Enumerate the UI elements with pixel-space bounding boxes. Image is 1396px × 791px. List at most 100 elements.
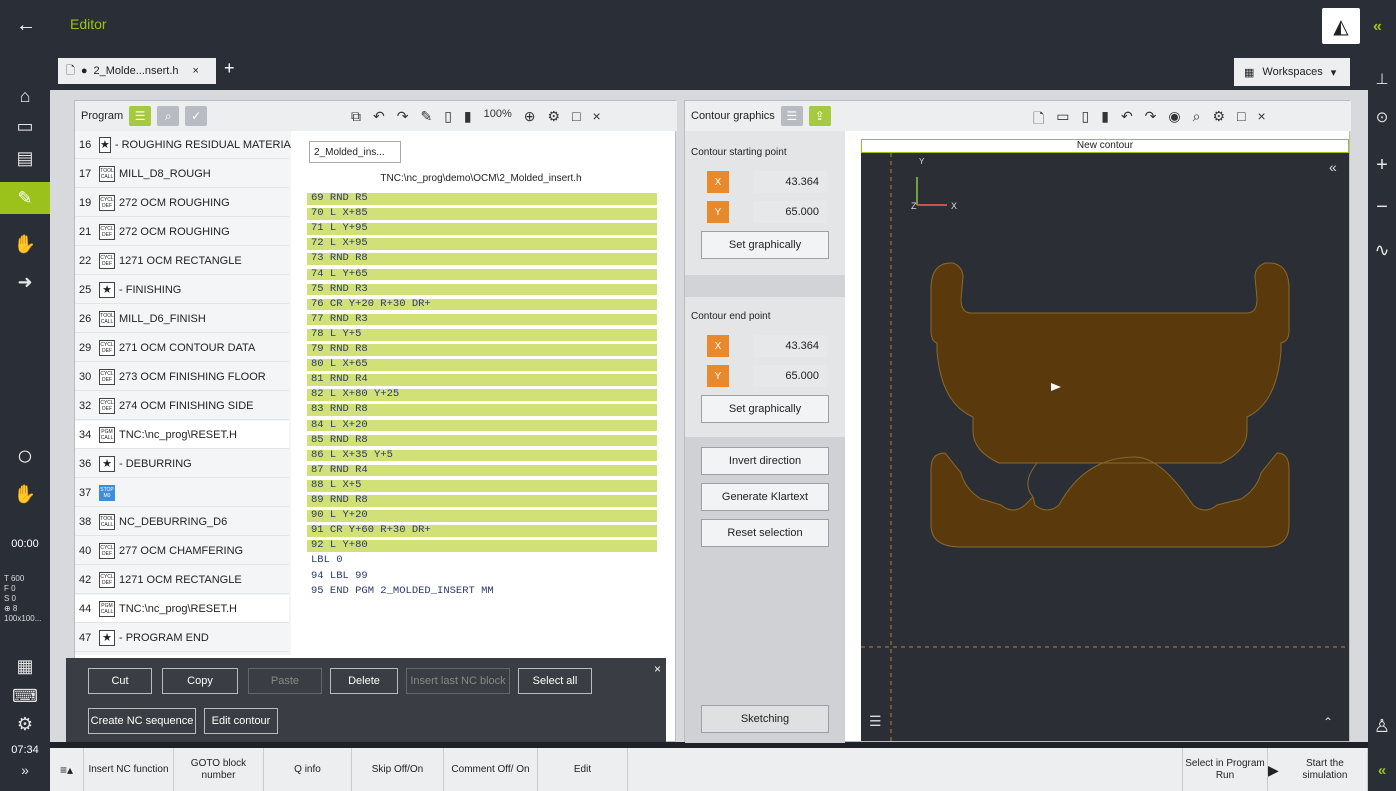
goto-block-button[interactable]: GOTO block number — [174, 748, 264, 791]
copy-button[interactable]: Copy — [162, 668, 238, 694]
folder-icon[interactable]: ▭ — [0, 116, 50, 137]
code-line[interactable]: 81 RND R4 — [307, 373, 657, 386]
skip-off-on-button[interactable]: Skip Off/On — [352, 748, 444, 791]
end-y-field[interactable]: Y 65.000 — [707, 365, 827, 387]
user-key-icon[interactable]: ♙ — [1368, 716, 1396, 737]
editor-icon[interactable]: ✎ — [0, 182, 50, 214]
keyboard-icon[interactable]: ⌨ — [0, 686, 50, 707]
code-line[interactable]: 89 RND R8 — [307, 494, 657, 507]
program-row[interactable]: 32 CYCL DEF 274 OCM FINISHING SIDE — [75, 392, 289, 420]
wave-icon[interactable]: ∿ — [1368, 240, 1396, 261]
program-row[interactable]: 38 TOOL CALL NC_DEBURRING_D6 — [75, 508, 289, 536]
element-list-icon[interactable]: ☰ — [869, 713, 882, 730]
create-nc-sequence-button[interactable]: Create NC sequence — [88, 708, 196, 734]
insert-nc-function-button[interactable]: Insert NC function — [84, 748, 174, 791]
code-line[interactable]: 94 LBL 99 — [307, 570, 657, 583]
generate-klartext-button[interactable]: Generate Klartext — [701, 483, 829, 511]
code-line[interactable]: 85 RND R8 — [307, 434, 657, 447]
contour-canvas[interactable]: Y Z X « ☰ ⌃ — [861, 153, 1349, 741]
code-line[interactable]: 71 L Y+95 — [307, 222, 657, 235]
code-line[interactable]: 75 RND R3 — [307, 283, 657, 296]
end-y-value[interactable]: 65.000 — [753, 365, 827, 387]
code-line[interactable]: 70 L X+85 — [307, 207, 657, 220]
collapse-canvas-icon[interactable]: « — [1329, 159, 1337, 175]
program-row[interactable]: 25 ★ - FINISHING — [75, 276, 289, 304]
settings-gear-icon[interactable]: ⚙ — [0, 714, 50, 735]
hand-icon[interactable]: ✋ — [0, 484, 50, 505]
code-line[interactable]: 86 L X+35 Y+5 — [307, 449, 657, 462]
paste-button[interactable]: Paste — [248, 668, 322, 694]
program-row[interactable]: 30 CYCL DEF 273 OCM FINISHING FLOOR — [75, 363, 289, 391]
add-tab-icon[interactable]: + — [224, 58, 235, 79]
close-context-icon[interactable]: × — [654, 662, 661, 676]
code-line[interactable]: 91 CR Y+60 R+30 DR+ — [307, 524, 657, 537]
edit-button[interactable]: Edit — [538, 748, 628, 791]
code-line[interactable]: 73 RND R8 — [307, 253, 657, 266]
collapse-bottom-right-icon[interactable]: « — [1368, 762, 1396, 779]
code-line[interactable]: 84 L X+20 — [307, 419, 657, 432]
contour-list-icon[interactable]: ☰ — [780, 106, 803, 126]
program-row[interactable]: 19 CYCL DEF 272 OCM ROUGHING — [75, 189, 289, 217]
start-y-field[interactable]: Y 65.000 — [707, 201, 827, 223]
save-as-icon[interactable]: ▮ — [464, 108, 472, 125]
comment-off-on-button[interactable]: Comment Off/ On — [444, 748, 538, 791]
check-icon[interactable]: ✓ — [185, 106, 208, 126]
search-contour-icon[interactable]: ⌕ — [1193, 108, 1201, 132]
delete-button[interactable]: Delete — [330, 668, 398, 694]
program-row[interactable]: 16 ★ - ROUGHING RESIDUAL MATERIAL — [75, 131, 291, 159]
minus-icon[interactable]: − — [1368, 196, 1396, 219]
code-line[interactable]: LBL 0 — [307, 555, 657, 567]
start-x-field[interactable]: X 43.364 — [707, 171, 827, 193]
program-row[interactable]: 36 ★ - DEBURRING — [75, 450, 289, 478]
start-y-value[interactable]: 65.000 — [753, 201, 827, 223]
zoom-level[interactable]: 100% — [484, 108, 512, 125]
datum-icon[interactable]: ⊙ — [1368, 108, 1396, 126]
export-icon[interactable]: ⇪ — [808, 106, 831, 126]
end-x-value[interactable]: 43.364 — [753, 335, 827, 357]
program-row[interactable]: 37 STOP M0 — [75, 479, 289, 507]
tool-probe-icon[interactable]: ⊥ — [1368, 70, 1396, 88]
program-run-icon[interactable]: ➜ — [0, 272, 50, 293]
program-row[interactable]: 26 TOOL CALL MILL_D6_FINISH — [75, 305, 289, 333]
reset-selection-button[interactable]: Reset selection — [701, 519, 829, 547]
cut-button[interactable]: Cut — [88, 668, 152, 694]
program-row[interactable]: 21 CYCL DEF 272 OCM ROUGHING — [75, 218, 289, 246]
program-row[interactable]: 47 ★ - PROGRAM END — [75, 624, 289, 652]
program-row[interactable]: 42 CYCL DEF 1271 OCM RECTANGLE — [75, 566, 289, 594]
redo-contour-icon[interactable]: ↷ — [1145, 108, 1157, 132]
start-x-value[interactable]: 43.364 — [753, 171, 827, 193]
code-line[interactable]: 79 RND R8 — [307, 343, 657, 356]
undo-contour-icon[interactable]: ↶ — [1121, 108, 1133, 132]
start-simulation-button[interactable]: ▶ Start the simulation — [1268, 748, 1368, 791]
program-row[interactable]: 17 TOOL CALL MILL_D8_ROUGH — [75, 160, 289, 188]
save-icon[interactable]: ▯ — [444, 108, 452, 125]
code-line[interactable]: 74 L Y+65 — [307, 268, 657, 281]
list-view-icon[interactable]: ☰ — [129, 106, 152, 126]
calculator-icon[interactable]: ▦ — [0, 656, 50, 677]
contour-drawing[interactable] — [861, 153, 1349, 741]
contour-shape[interactable] — [930, 262, 1290, 548]
edit-contour-button[interactable]: Edit contour — [204, 708, 278, 734]
code-line[interactable]: 92 L Y+80 — [307, 540, 657, 552]
program-row[interactable]: 40 CYCL DEF 277 OCM CHAMFERING — [75, 537, 289, 565]
code-line[interactable]: 77 RND R3 — [307, 313, 657, 326]
end-x-field[interactable]: X 43.364 — [707, 335, 827, 357]
plus-icon[interactable]: + — [1368, 154, 1396, 177]
redo-icon[interactable]: ↷ — [397, 108, 409, 125]
expand-up-icon[interactable]: ⌃ — [1323, 715, 1333, 729]
home-icon[interactable]: ⌂ — [0, 86, 50, 107]
program-row[interactable]: 29 CYCL DEF 271 OCM CONTOUR DATA — [75, 334, 289, 362]
table-icon[interactable]: ▤ — [0, 148, 50, 169]
code-line[interactable]: 87 RND R4 — [307, 464, 657, 477]
close-contour-icon[interactable]: × — [1258, 108, 1266, 132]
code-line[interactable]: 78 L Y+5 — [307, 328, 657, 341]
back-arrow-icon[interactable]: ← — [16, 14, 36, 37]
manual-hand-icon[interactable]: ✋ — [0, 234, 50, 255]
select-in-program-run-button[interactable]: Select in Program Run — [1182, 748, 1268, 791]
set-graphically-start-button[interactable]: Set graphically — [701, 231, 829, 259]
code-line[interactable]: 88 L X+5 — [307, 479, 657, 492]
program-row[interactable]: 44 PGM CALL TNC:\nc_prog\RESET.H — [75, 595, 289, 623]
program-row[interactable]: 22 CYCL DEF 1271 OCM RECTANGLE — [75, 247, 289, 275]
close-panel-icon[interactable]: × — [593, 108, 601, 125]
document-tab[interactable]: 🗋 ● 2_Molde...nsert.h × — [58, 58, 216, 84]
